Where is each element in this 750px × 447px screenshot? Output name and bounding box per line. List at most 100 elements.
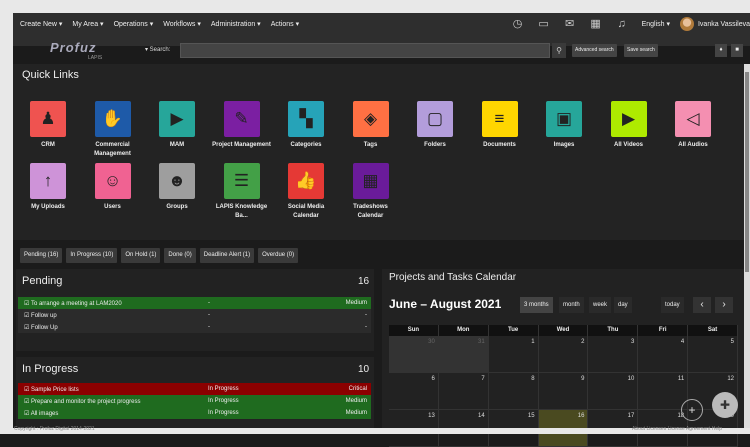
day-cell[interactable]: 7 — [438, 373, 489, 410]
quick-link-tile[interactable]: ✎ Project Management — [212, 101, 272, 161]
user-name[interactable]: Ivanka Vassileva — [698, 21, 750, 28]
day-header: Wed — [538, 325, 589, 336]
day-cell[interactable]: 9 — [538, 373, 589, 410]
today-button[interactable]: today — [661, 297, 684, 313]
menu-item[interactable]: My Area ▾ — [72, 20, 103, 28]
search-icon[interactable]: ⚲ — [552, 43, 566, 58]
calendar-title: Projects and Tasks Calendar — [389, 272, 517, 283]
view-day[interactable]: day — [614, 297, 632, 313]
chat-icon[interactable]: ▭ — [538, 18, 550, 30]
window-frame-left — [0, 0, 13, 434]
menu-item[interactable]: Actions ▾ — [271, 20, 299, 28]
table-row[interactable]: ☑ Sample Price lists In Progress Critical — [18, 383, 371, 395]
quick-link-tile[interactable]: ▦ Tradeshows Calendar — [341, 163, 401, 223]
day-header: Tue — [488, 325, 539, 336]
quick-link-tile[interactable]: ▚ Categories — [276, 101, 336, 161]
logo[interactable]: Profuz LAPIS — [50, 40, 110, 62]
table-row[interactable]: ☑ Prepare and monitor the project progre… — [18, 395, 371, 407]
quick-link-tile[interactable]: ≡ Documents — [470, 101, 530, 161]
menu-item[interactable]: Create New ▾ — [20, 20, 62, 28]
mail-icon[interactable]: ✉ — [564, 18, 576, 30]
tile-icon: ▶ — [610, 101, 647, 137]
day-cell[interactable]: 3 — [588, 336, 639, 373]
camera-icon[interactable]: ■ — [731, 44, 743, 57]
day-cell[interactable]: 10 — [588, 373, 639, 410]
tab-0[interactable]: Pending (16) — [20, 248, 63, 263]
tab-2[interactable]: On Hold (1) — [121, 248, 161, 263]
day-cell[interactable]: 11 — [638, 373, 689, 410]
table-row[interactable]: ☑ Follow up - - — [18, 309, 371, 321]
menu-item[interactable]: Administration ▾ — [211, 20, 261, 28]
zoom-in-icon[interactable]: + — [681, 399, 703, 421]
task-name[interactable]: ☑ All images — [18, 410, 208, 417]
task-name[interactable]: ☑ Prepare and monitor the project progre… — [18, 398, 208, 405]
day-cell[interactable]: 5 — [688, 336, 739, 373]
task-name[interactable]: ☑ Follow up — [18, 312, 208, 319]
task-name[interactable]: ☑ Sample Price lists — [18, 386, 208, 393]
quick-link-tile[interactable]: ↑ My Uploads — [18, 163, 78, 223]
footer-links[interactable]: About Licenses License Agreement Help — [632, 426, 722, 432]
quick-link-tile[interactable]: ▣ Images — [534, 101, 594, 161]
task-status: - — [208, 312, 210, 318]
advanced-search-button[interactable]: Advanced search — [572, 44, 617, 57]
pending-title: Pending — [22, 275, 63, 287]
quick-link-tile[interactable]: ◈ Tags — [341, 101, 401, 161]
calendar-icon[interactable]: ▦ — [590, 18, 602, 30]
next-button[interactable]: › — [715, 297, 733, 313]
day-cell[interactable]: 4 — [638, 336, 689, 373]
day-header: Thu — [588, 325, 639, 336]
microphone-icon[interactable]: ♦ — [715, 44, 727, 57]
table-row[interactable]: ☑ All images In Progress Medium — [18, 407, 371, 419]
tile-label: Images — [553, 142, 575, 148]
search-input[interactable] — [180, 43, 550, 58]
day-cell[interactable]: 6 — [389, 373, 439, 410]
view-3-months[interactable]: 3 months — [520, 297, 553, 313]
tile-label: All Audios — [678, 142, 708, 148]
bell-icon[interactable]: ♫ — [616, 18, 628, 30]
save-search-button[interactable]: Save search — [624, 44, 658, 57]
day-cell[interactable]: 1 — [488, 336, 539, 373]
quick-link-tile[interactable]: 👍 Social Media Calendar — [276, 163, 336, 223]
language-select[interactable]: English ▾ — [642, 20, 670, 28]
tab-5[interactable]: Overdue (0) — [258, 248, 299, 263]
quick-link-tile[interactable]: ☰ LAPIS Knowledge Ba... — [212, 163, 272, 223]
view-month[interactable]: month — [559, 297, 584, 313]
menu-item[interactable]: Workflows ▾ — [163, 20, 201, 28]
view-week[interactable]: week — [589, 297, 612, 313]
quick-link-tile[interactable]: ▶ MAM — [147, 101, 207, 161]
window-frame-top — [0, 0, 750, 13]
task-name[interactable]: ☑ Follow Up — [18, 324, 208, 331]
task-status: In Progress — [208, 410, 239, 416]
table-row[interactable]: ☑ Follow Up - - — [18, 321, 371, 333]
day-cell[interactable]: 30 — [389, 336, 439, 373]
quick-link-tile[interactable]: ✋ Commercial Management — [83, 101, 143, 161]
quick-link-tile[interactable]: ▢ Folders — [405, 101, 465, 161]
table-row[interactable]: ☑ To arrange a meeting at LAM2020- Medium — [18, 297, 371, 309]
tab-1[interactable]: In Progress (10) — [66, 248, 118, 263]
quick-link-tile[interactable]: ♟ CRM — [18, 101, 78, 161]
tab-3[interactable]: Done (0) — [164, 248, 196, 263]
search-label[interactable]: ▾ Search: — [145, 46, 170, 53]
quick-link-tile[interactable]: ◁ All Audios — [663, 101, 723, 161]
day-cell[interactable]: 2 — [538, 336, 589, 373]
quick-link-tile[interactable]: ☺ Users — [83, 163, 143, 223]
scrollbar[interactable] — [744, 64, 750, 428]
scrollbar-thumb[interactable] — [745, 72, 749, 272]
history-icon[interactable]: ◷ — [512, 18, 524, 30]
day-cell[interactable]: 8 — [488, 373, 539, 410]
task-status: - — [208, 324, 210, 330]
quick-link-tile[interactable]: ☻ Groups — [147, 163, 207, 223]
add-icon[interactable]: ✚ — [712, 392, 738, 418]
tile-icon: ▢ — [417, 101, 453, 137]
day-cell[interactable]: 31 — [438, 336, 489, 373]
tile-icon: ☰ — [223, 163, 260, 199]
tile-icon: ☺ — [94, 163, 131, 199]
task-priority: Medium — [345, 300, 367, 306]
prev-button[interactable]: ‹ — [693, 297, 711, 313]
tab-4[interactable]: Deadline Alert (1) — [199, 248, 255, 263]
task-name[interactable]: ☑ To arrange a meeting at LAM2020 — [18, 300, 208, 307]
quick-link-tile[interactable]: ▶ All Videos — [599, 101, 659, 161]
task-priority: Critical — [348, 386, 367, 392]
menu-item[interactable]: Operations ▾ — [114, 20, 154, 28]
avatar[interactable] — [679, 17, 694, 31]
